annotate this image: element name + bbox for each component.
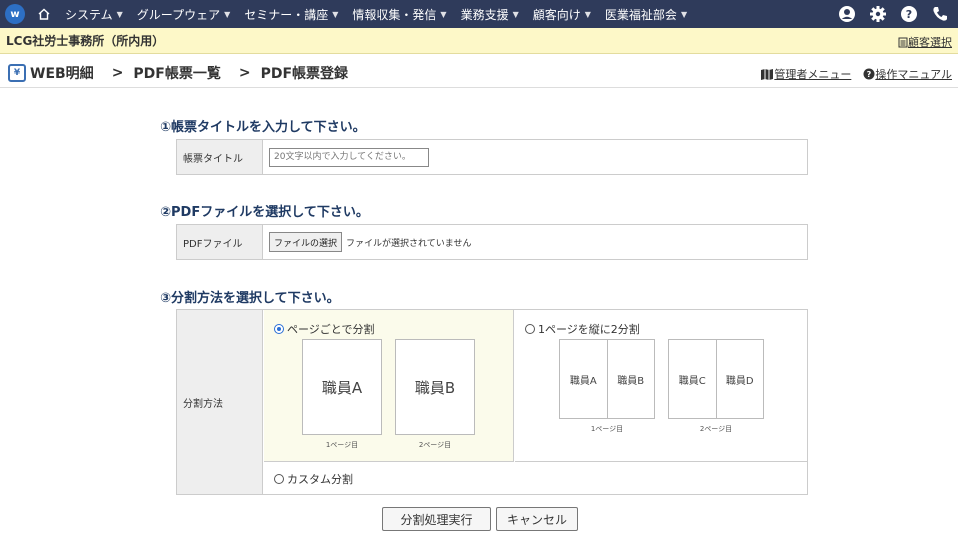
breadcrumb-separator: > bbox=[111, 64, 124, 81]
split-method-table: 分割方法 ページごとで分割 職員A 1ページ目 職員B 2ページ目 1ページを縦… bbox=[176, 309, 808, 495]
user-icon[interactable] bbox=[837, 4, 857, 24]
admin-menu-label: 管理者メニュー bbox=[774, 68, 852, 81]
half-page-preview: 職員C 職員D bbox=[668, 339, 764, 419]
radio-unselected-icon bbox=[274, 473, 284, 484]
breadcrumb-separator: > bbox=[238, 64, 251, 81]
file-label: PDFファイル bbox=[177, 225, 263, 259]
option-label: カスタム分割 bbox=[287, 472, 353, 486]
file-cell: ファイルの選択 ファイルが選択されていません bbox=[263, 225, 807, 259]
radio-vertical-half[interactable]: 1ページを縦に2分割 bbox=[525, 321, 640, 337]
menu-label: 医業福祉部会 bbox=[604, 7, 677, 22]
option-custom: カスタム分割 bbox=[264, 463, 807, 494]
page-caption: 2ページ目 bbox=[418, 441, 452, 449]
chevron-down-icon: ▼ bbox=[680, 9, 688, 19]
title-input[interactable] bbox=[269, 147, 429, 167]
app-logo[interactable]: w bbox=[5, 4, 25, 24]
chevron-down-icon: ▼ bbox=[332, 9, 339, 19]
option-per-page: ページごとで分割 職員A 1ページ目 職員B 2ページ目 bbox=[264, 310, 514, 462]
client-select-link[interactable]: 顧客選択 bbox=[898, 34, 952, 50]
breadcrumb-current: PDF帳票登録 bbox=[260, 65, 349, 82]
breadcrumb-bar: ¥ WEB明細 > PDF帳票一覧 > PDF帳票登録 管理者メニュー ? 操作… bbox=[0, 58, 958, 88]
page-name: 職員B bbox=[414, 378, 456, 397]
radio-per-page[interactable]: ページごとで分割 bbox=[274, 321, 374, 337]
office-bar: LCG社労士事務所（所内用） 顧客選択 bbox=[0, 28, 958, 54]
chevron-down-icon: ▼ bbox=[116, 9, 123, 19]
page-name: 職員A bbox=[321, 378, 363, 397]
file-select-button[interactable]: ファイルの選択 bbox=[269, 232, 343, 252]
option-vertical-half: 1ページを縦に2分割 職員A 職員B 1ページ目 職員C 職員D 2ページ目 bbox=[515, 310, 807, 462]
half-left: 職員C bbox=[678, 375, 706, 387]
page-preview: 職員B bbox=[395, 339, 475, 435]
logo-mark: w bbox=[10, 8, 20, 20]
question-circle-icon: ? bbox=[863, 68, 875, 80]
manual-label: 操作マニュアル bbox=[875, 68, 952, 81]
map-icon bbox=[761, 69, 774, 80]
menu-label: グループウェア bbox=[136, 7, 221, 22]
menu-system[interactable]: システム ▼ bbox=[65, 6, 123, 23]
manual-link[interactable]: ? 操作マニュアル bbox=[863, 66, 952, 82]
chevron-down-icon: ▼ bbox=[512, 9, 519, 19]
menu-information[interactable]: 情報収集・発信 ▼ bbox=[352, 6, 446, 23]
page-preview: 職員A bbox=[302, 339, 382, 435]
menu-label: 顧客向け bbox=[532, 7, 581, 22]
split-method-label: 分割方法 bbox=[177, 310, 263, 494]
menu-business-support[interactable]: 業務支援 ▼ bbox=[461, 6, 519, 23]
breadcrumb-links: 管理者メニュー ? 操作マニュアル bbox=[760, 66, 952, 82]
half-page-preview: 職員A 職員B bbox=[559, 339, 655, 419]
cancel-button[interactable]: キャンセル bbox=[496, 507, 578, 531]
step2-title: ②PDFファイルを選択して下さい。 bbox=[160, 205, 369, 220]
radio-selected-icon bbox=[274, 324, 284, 334]
document-icon bbox=[898, 37, 908, 47]
menu-medical-welfare[interactable]: 医業福祉部会 ▼ bbox=[605, 6, 687, 23]
menu-seminar[interactable]: セミナー・講座 ▼ bbox=[244, 6, 338, 23]
menu-label: システム bbox=[65, 7, 113, 22]
half-left: 職員A bbox=[569, 375, 597, 387]
menu-label: 業務支援 bbox=[460, 7, 509, 22]
phone-icon[interactable] bbox=[930, 4, 950, 24]
title-label: 帳票タイトル bbox=[177, 140, 263, 174]
radio-custom[interactable]: カスタム分割 bbox=[274, 471, 353, 487]
top-navigation: w システム ▼ グループウェア ▼ セミナー・講座 ▼ 情報収集・発信 ▼ 業務支援 ▼… bbox=[0, 0, 958, 28]
page-caption: 1ページ目 bbox=[590, 425, 624, 433]
menu-label: 情報収集・発信 bbox=[352, 7, 437, 22]
svg-text:?: ? bbox=[906, 8, 912, 21]
help-icon[interactable]: ? bbox=[899, 4, 919, 24]
title-cell bbox=[263, 140, 807, 174]
step1-title: ①帳票タイトルを入力して下さい。 bbox=[160, 120, 366, 135]
chevron-down-icon: ▼ bbox=[440, 9, 447, 19]
gear-icon[interactable] bbox=[868, 4, 888, 24]
svg-text:?: ? bbox=[867, 70, 872, 79]
option-label: ページごとで分割 bbox=[287, 323, 375, 336]
half-right: 職員D bbox=[715, 340, 764, 418]
home-icon[interactable] bbox=[37, 7, 51, 21]
step3-title: ③分割方法を選択して下さい。 bbox=[160, 291, 340, 306]
payslip-icon: ¥ bbox=[8, 63, 26, 82]
radio-unselected-icon bbox=[525, 324, 535, 334]
half-right: 職員B bbox=[606, 340, 655, 418]
execute-split-button[interactable]: 分割処理実行 bbox=[382, 507, 491, 531]
admin-menu-link[interactable]: 管理者メニュー bbox=[760, 66, 851, 82]
chevron-down-icon: ▼ bbox=[224, 9, 231, 19]
title-row: 帳票タイトル bbox=[176, 139, 808, 175]
option-label: 1ページを縦に2分割 bbox=[538, 323, 640, 336]
chevron-down-icon: ▼ bbox=[584, 9, 591, 19]
main-menu: システム ▼ グループウェア ▼ セミナー・講座 ▼ 情報収集・発信 ▼ 業務支援 ▼ 顧… bbox=[65, 6, 701, 23]
menu-groupware[interactable]: グループウェア ▼ bbox=[137, 6, 230, 23]
page-caption: 1ページ目 bbox=[325, 441, 359, 449]
nav-icons: ? bbox=[837, 4, 950, 24]
file-row: PDFファイル ファイルの選択 ファイルが選択されていません bbox=[176, 224, 808, 260]
office-name: LCG社労士事務所（所内用） bbox=[6, 34, 165, 48]
file-status: ファイルが選択されていません bbox=[346, 238, 472, 249]
breadcrumb-pdf-list[interactable]: PDF帳票一覧 bbox=[133, 63, 220, 83]
client-select-label: 顧客選択 bbox=[908, 36, 952, 49]
page-caption: 2ページ目 bbox=[699, 425, 733, 433]
menu-for-clients[interactable]: 顧客向け ▼ bbox=[533, 6, 591, 23]
menu-label: セミナー・講座 bbox=[244, 7, 329, 22]
breadcrumb: ¥ WEB明細 > PDF帳票一覧 > PDF帳票登録 bbox=[8, 63, 348, 83]
breadcrumb-web-payslip[interactable]: WEB明細 bbox=[30, 63, 94, 83]
